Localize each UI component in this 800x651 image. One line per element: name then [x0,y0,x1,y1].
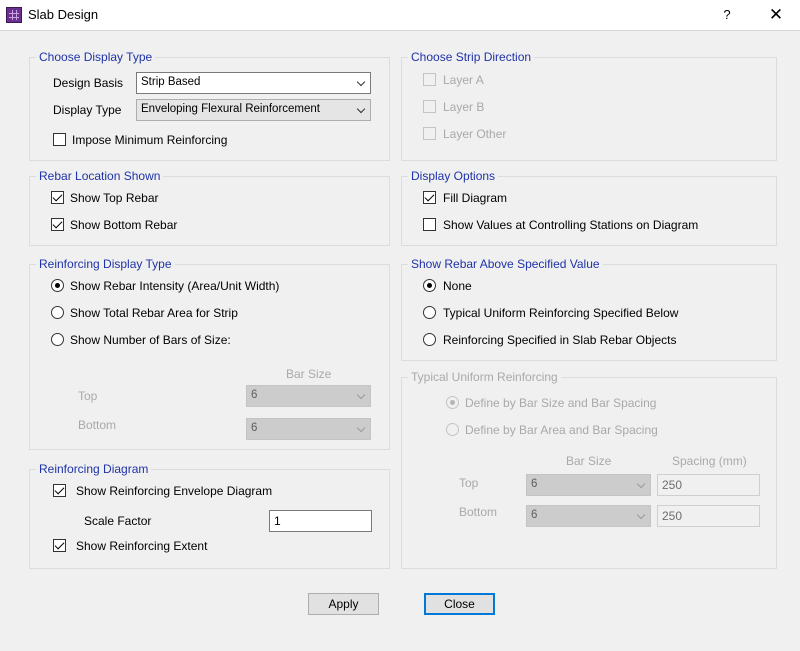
slab-rebar-objects-radio[interactable] [423,333,436,346]
scale-factor-value: 1 [274,514,281,528]
rebar-intensity-label: Show Rebar Intensity (Area/Unit Width) [70,279,280,293]
design-basis-value: Strip Based [141,76,201,88]
top-label: Top [78,389,98,403]
design-basis-label: Design Basis [53,76,124,90]
uniform-bottom-bar-size-select[interactable]: 6 [526,505,651,527]
uniform-bottom-spacing-value: 250 [662,509,683,523]
top-bar-size-value: 6 [251,389,258,401]
show-extent-label: Show Reinforcing Extent [76,539,208,553]
layer-b-checkbox[interactable] [423,100,436,113]
display-type-value: Enveloping Flexural Reinforcement [141,103,320,115]
bar-size-spacing-label: Define by Bar Size and Bar Spacing [465,396,657,410]
bottom-bar-size-select[interactable]: 6 [246,418,371,440]
bar-size-spacing-radio[interactable] [446,396,459,409]
display-type-label: Display Type [53,103,122,117]
chevron-down-icon [356,424,366,434]
bottom-label: Bottom [459,505,498,519]
show-extent-checkbox[interactable] [53,539,66,552]
bar-size-header: Bar Size [286,367,332,381]
top-label: Top [459,476,479,490]
layer-a-checkbox[interactable] [423,73,436,86]
slab-rebar-objects-label: Reinforcing Specified in Slab Rebar Obje… [443,333,677,347]
group-title: Typical Uniform Reinforcing [408,370,561,384]
show-envelope-label: Show Reinforcing Envelope Diagram [76,484,273,498]
design-basis-select[interactable]: Strip Based [136,72,371,94]
uniform-top-spacing-input[interactable]: 250 [657,474,760,496]
group-title: Display Options [408,169,499,183]
chevron-down-icon [636,480,646,490]
window-title: Slab Design [28,7,99,22]
group-title: Choose Strip Direction [408,50,535,64]
layer-other-checkbox[interactable] [423,127,436,140]
chevron-down-icon [356,391,366,401]
typical-uniform-radio[interactable] [423,306,436,319]
number-of-bars-label: Show Number of Bars of Size: [70,333,231,347]
impose-minimum-checkbox[interactable] [53,133,66,146]
title-bar: Slab Design ? ✕ [0,0,800,31]
total-rebar-area-label: Show Total Rebar Area for Strip [70,306,238,320]
group-title: Reinforcing Diagram [36,462,152,476]
show-bottom-rebar-checkbox[interactable] [51,218,64,231]
show-values-checkbox[interactable] [423,218,436,231]
apply-button[interactable]: Apply [308,593,379,615]
bottom-label: Bottom [78,418,117,432]
scale-factor-label: Scale Factor [84,514,152,528]
layer-other-label: Layer Other [443,127,507,141]
group-title: Rebar Location Shown [36,169,164,183]
spacing-header: Spacing (mm) [672,454,747,468]
show-values-label: Show Values at Controlling Stations on D… [443,218,699,232]
uniform-top-bar-size-value: 6 [531,478,538,490]
chevron-down-icon [356,105,366,115]
group-title: Choose Display Type [36,50,156,64]
group-title: Reinforcing Display Type [36,257,175,271]
show-top-rebar-checkbox[interactable] [51,191,64,204]
none-label: None [443,279,472,293]
top-bar-size-select[interactable]: 6 [246,385,371,407]
uniform-top-spacing-value: 250 [662,478,683,492]
fill-diagram-checkbox[interactable] [423,191,436,204]
rebar-location-group: Rebar Location Shown [29,169,390,246]
close-button[interactable]: Close [424,593,495,615]
app-icon [6,7,22,23]
number-of-bars-radio[interactable] [51,333,64,346]
bottom-bar-size-value: 6 [251,422,258,434]
total-rebar-area-radio[interactable] [51,306,64,319]
typical-uniform-label: Typical Uniform Reinforcing Specified Be… [443,306,679,320]
chevron-down-icon [356,78,366,88]
show-top-rebar-label: Show Top Rebar [70,191,159,205]
rebar-intensity-radio[interactable] [51,279,64,292]
none-radio[interactable] [423,279,436,292]
layer-a-label: Layer A [443,73,484,87]
impose-minimum-label: Impose Minimum Reinforcing [72,133,228,147]
bar-area-spacing-radio[interactable] [446,423,459,436]
chevron-down-icon [636,511,646,521]
fill-diagram-label: Fill Diagram [443,191,508,205]
close-window-button[interactable]: ✕ [760,3,792,27]
bar-area-spacing-label: Define by Bar Area and Bar Spacing [465,423,658,437]
display-type-select[interactable]: Enveloping Flexural Reinforcement [136,99,371,121]
display-options-group: Display Options [401,169,777,246]
uniform-bottom-bar-size-value: 6 [531,509,538,521]
layer-b-label: Layer B [443,100,485,114]
uniform-top-bar-size-select[interactable]: 6 [526,474,651,496]
uniform-bottom-spacing-input[interactable]: 250 [657,505,760,527]
help-button[interactable]: ? [712,3,742,27]
group-title: Show Rebar Above Specified Value [408,257,603,271]
show-bottom-rebar-label: Show Bottom Rebar [70,218,178,232]
bar-size-header: Bar Size [566,454,612,468]
show-envelope-checkbox[interactable] [53,484,66,497]
scale-factor-input[interactable]: 1 [269,510,372,532]
